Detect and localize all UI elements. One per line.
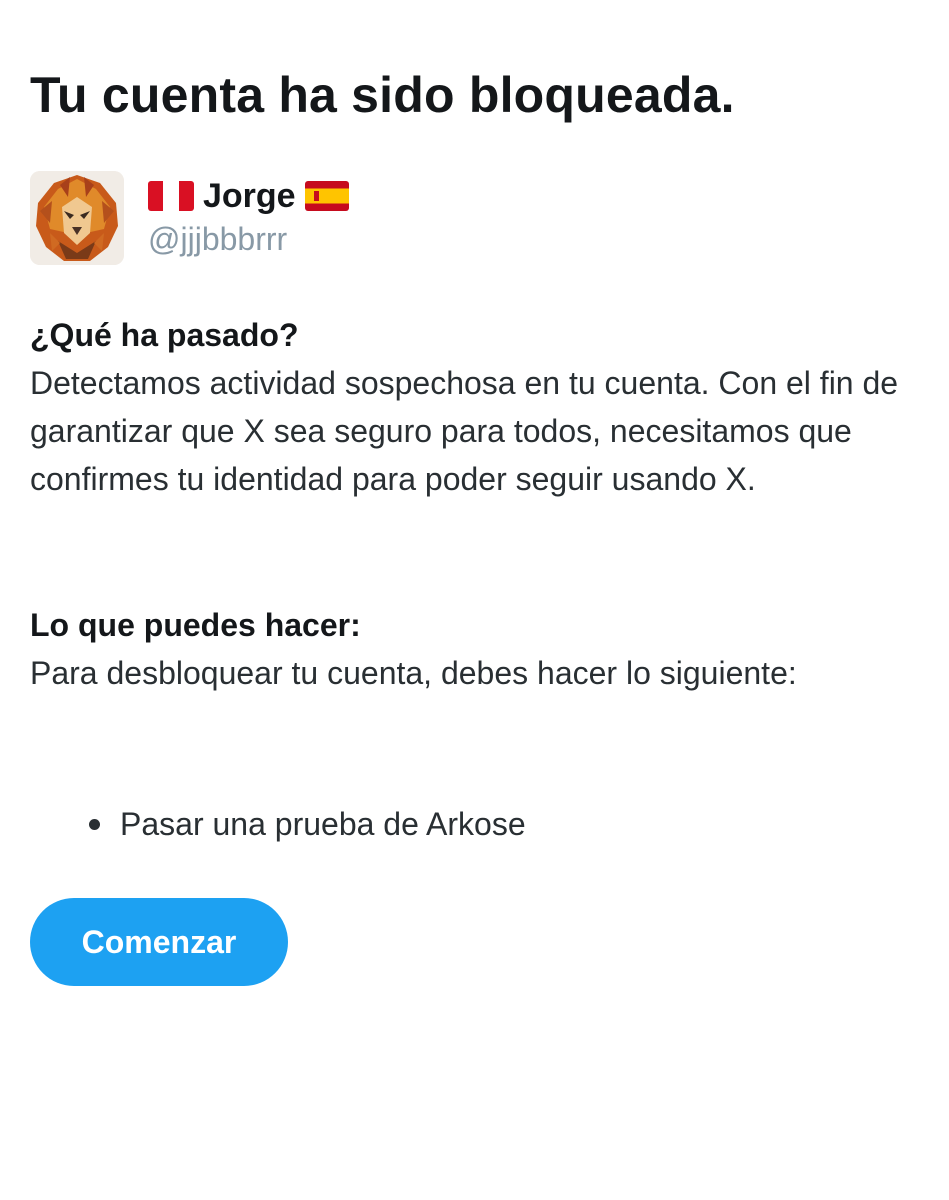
spain-flag-icon [304,181,349,211]
peru-flag-icon [148,181,194,211]
start-button[interactable]: Comenzar [30,898,288,986]
what-to-do-text: Para desbloquear tu cuenta, debes hacer … [30,655,797,691]
account-card: Jorge @jjjbbbrrr [30,171,349,265]
display-name: Jorge [203,176,296,215]
steps-list: Pasar una prueba de Arkose [30,800,526,848]
list-item: Pasar una prueba de Arkose [30,800,526,848]
step-label: Pasar una prueba de Arkose [120,805,526,842]
what-happened-text: Detectamos actividad sospechosa en tu cu… [30,365,899,497]
page-title: Tu cuenta ha sido bloqueada. [30,67,735,123]
bullet-icon [89,818,100,830]
avatar [30,171,124,265]
account-handle: @jjjbbbrrr [148,221,288,257]
what-happened-section: ¿Qué ha pasado? Detectamos actividad sos… [30,311,925,503]
what-happened-heading: ¿Qué ha pasado? [30,317,299,353]
what-to-do-section: Lo que puedes hacer: Para desbloquear tu… [30,601,925,697]
account-name-row: Jorge [148,175,349,217]
lion-avatar-image [30,171,124,265]
what-to-do-heading: Lo que puedes hacer: [30,607,361,643]
